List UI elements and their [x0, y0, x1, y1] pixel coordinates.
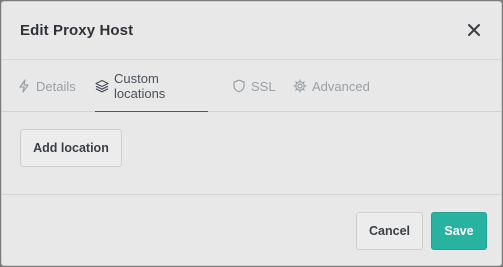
- modal-header: Edit Proxy Host: [2, 2, 501, 60]
- gear-icon: [293, 79, 307, 93]
- tab-label: Details: [36, 78, 76, 94]
- modal-footer: Cancel Save: [2, 194, 501, 267]
- tab-custom-locations[interactable]: Custom locations: [95, 60, 208, 112]
- lightning-icon: [17, 79, 31, 93]
- edit-proxy-host-modal: Edit Proxy Host Details Custom locations…: [1, 1, 502, 266]
- tab-label: Custom locations: [114, 70, 166, 101]
- tab-label: SSL: [251, 78, 276, 94]
- tab-label: Advanced: [312, 78, 370, 94]
- close-icon[interactable]: [465, 21, 483, 39]
- save-button[interactable]: Save: [431, 212, 487, 250]
- add-location-button[interactable]: Add location: [20, 129, 122, 167]
- tab-advanced[interactable]: Advanced: [293, 60, 370, 112]
- tab-details[interactable]: Details: [17, 60, 76, 112]
- tab-ssl[interactable]: SSL: [232, 60, 276, 112]
- modal-title: Edit Proxy Host: [20, 22, 134, 39]
- shield-icon: [232, 79, 246, 93]
- tab-bar: Details Custom locations SSL Advanced: [2, 60, 501, 112]
- layers-icon: [95, 79, 109, 93]
- cancel-button[interactable]: Cancel: [356, 212, 423, 250]
